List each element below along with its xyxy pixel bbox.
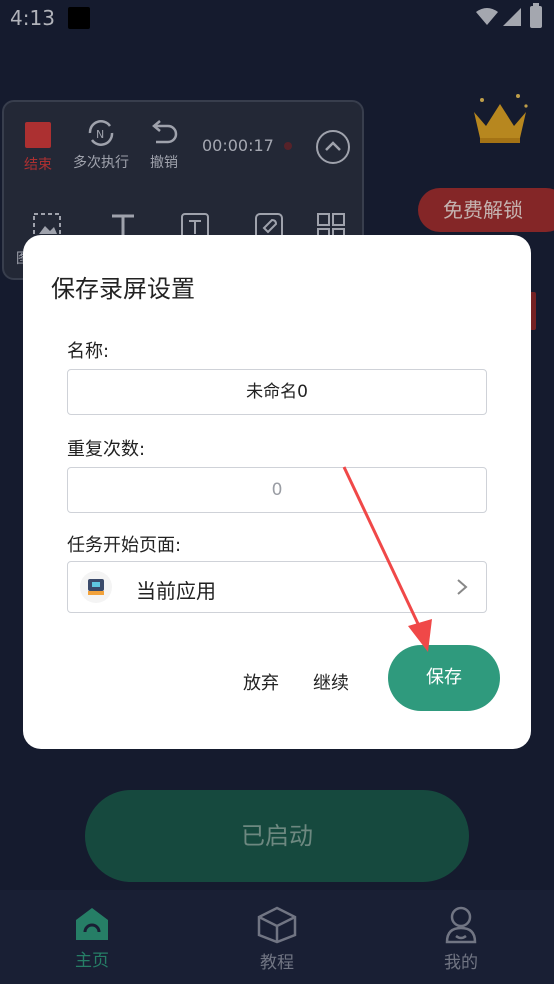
name-field[interactable]: 未命名0	[67, 369, 487, 415]
start-page-selector[interactable]: 当前应用	[67, 561, 487, 613]
repeat-count-field[interactable]: 0	[67, 467, 487, 513]
start-page-value: 当前应用	[136, 579, 216, 603]
discard-button[interactable]: 放弃	[243, 669, 279, 695]
chevron-right-icon	[457, 579, 468, 595]
dialog-title: 保存录屏设置	[51, 275, 195, 303]
app-icon	[80, 571, 112, 603]
name-label: 名称:	[67, 341, 110, 362]
repeat-count-label: 重复次数:	[67, 439, 146, 460]
save-recording-dialog: 保存录屏设置 名称: 未命名0 重复次数: 0 任务开始页面: 当前应用 放弃 …	[23, 235, 531, 749]
save-button[interactable]: 保存	[388, 645, 500, 711]
continue-button[interactable]: 继续	[313, 669, 349, 695]
start-page-label: 任务开始页面:	[67, 535, 182, 556]
